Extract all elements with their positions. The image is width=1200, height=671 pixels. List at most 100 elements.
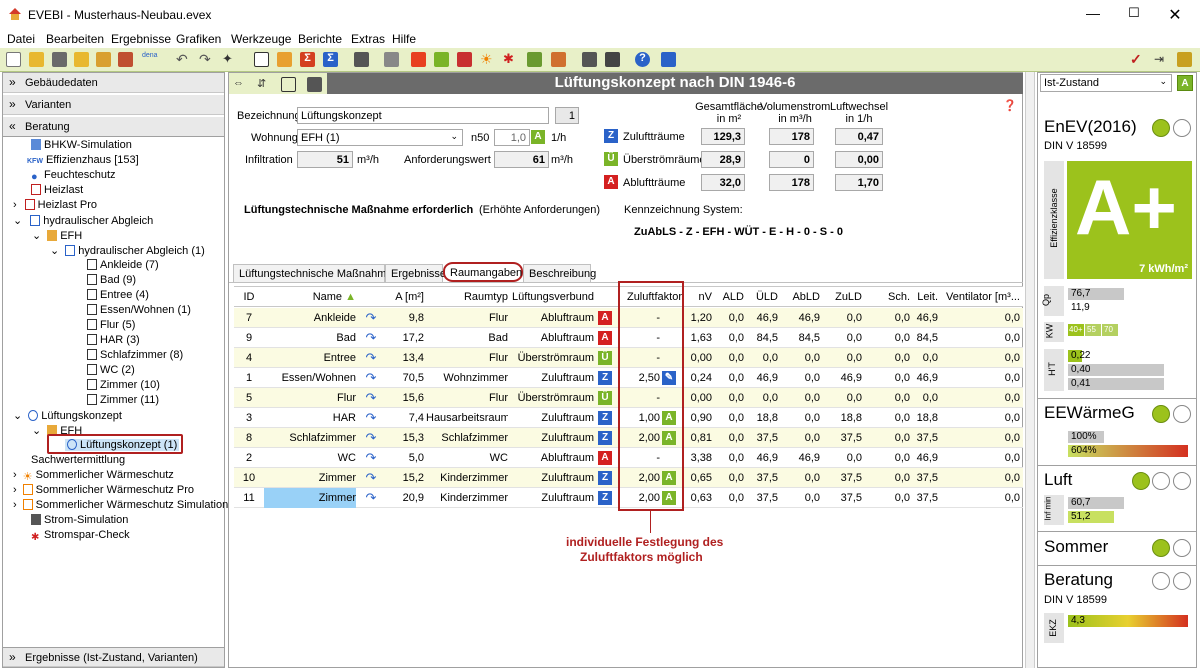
house-icon[interactable] [551,52,566,67]
window-icon[interactable] [281,77,296,92]
check-icon[interactable]: ✓ [1130,52,1145,67]
tree-item-room[interactable]: WC (2) [87,364,135,376]
airflow-icon[interactable]: ↷ [360,408,382,428]
tree-item-room[interactable]: Zimmer (11) [87,394,159,406]
book-icon[interactable] [605,52,620,67]
collapse-icon[interactable]: ⌄ [13,215,22,227]
section-gebaeudedaten[interactable]: » Gebäudedaten [3,73,224,93]
arrange-icon[interactable]: ⇔ [233,77,248,92]
collapse-icon[interactable]: ⌄ [13,410,22,422]
close-icon[interactable]: ✕ [1165,5,1185,25]
new-file-icon[interactable] [6,52,21,67]
collapse-icon[interactable]: ⌄ [32,230,41,242]
col-name[interactable]: Name ▲ [264,287,356,307]
col-uld[interactable]: ÜLD [746,287,778,307]
tree-item-feuchteschutz[interactable]: ● Feuchteschutz [31,169,116,183]
tree-item-lueftungskonzept[interactable]: ⌄ Lüftungskonzept [13,409,122,422]
tree-item-strom[interactable]: Strom-Simulation [31,514,128,526]
table-icon[interactable] [384,52,399,67]
help-icon[interactable]: ? [635,52,650,67]
col-sch[interactable]: Sch. [864,287,910,307]
tree-item-bhkw[interactable]: BHKW-Simulation [31,139,132,151]
menu-datei[interactable]: Datei [7,32,35,46]
collapse-icon[interactable]: ⌄ [50,245,59,257]
tree-item-heizlast-pro[interactable]: › Heizlast Pro [13,199,97,211]
tree-item-efh[interactable]: ⌄ EFH [32,229,82,242]
tree-item-room[interactable]: Essen/Wohnen (1) [87,304,191,316]
section-beratung[interactable]: « Beratung [3,117,224,137]
airflow-icon[interactable]: ↷ [360,428,382,448]
airflow-icon[interactable]: ↷ [360,328,382,348]
menu-grafiken[interactable]: Grafiken [176,32,221,46]
menu-extras[interactable]: Extras [351,32,385,46]
collapse-icon[interactable]: ⌄ [32,425,41,437]
col-id[interactable]: ID [234,287,264,307]
menu-bearbeiten[interactable]: Bearbeiten [46,32,104,46]
tree-item-room[interactable]: HAR (3) [87,334,140,346]
n50-input[interactable]: 1,0 [494,129,530,146]
minimize-icon[interactable]: — [1083,5,1103,21]
save-icon[interactable] [52,52,67,67]
section-varianten[interactable]: » Varianten [3,95,224,115]
col-leit[interactable]: Leit. [912,287,938,307]
airflow-icon[interactable]: ↷ [360,388,382,408]
col-raumtyp[interactable]: Raumtyp [426,287,508,307]
heat-icon[interactable] [411,52,426,67]
undo-icon[interactable]: ↶ [176,52,191,67]
tree-item-stromspar[interactable]: ✱ Stromspar-Check [31,529,130,543]
dena-icon[interactable]: dena [142,52,158,67]
print-icon[interactable] [307,77,322,92]
col-abld[interactable]: AbLD [780,287,820,307]
airflow-icon[interactable]: ↷ [360,368,382,388]
open-folder-icon[interactable] [29,52,44,67]
section-ergebnisse[interactable]: » Ergebnisse (Ist-Zustand, Varianten) [3,647,224,667]
list-icon[interactable] [354,52,369,67]
expand-icon[interactable]: › [13,199,17,211]
tab-ergebnisse[interactable]: Ergebnisse [385,264,446,282]
sigma-blue-icon[interactable]: Σ [323,52,338,67]
sort-icon[interactable]: ⇵ [257,77,272,92]
house-eco-icon[interactable] [527,52,542,67]
col-zuld[interactable]: ZuLD [822,287,862,307]
airflow-icon[interactable]: ↷ [360,348,382,368]
airflow-icon[interactable]: ↷ [360,308,382,328]
tree-item-lueftungskonzept-1[interactable]: Lüftungskonzept (1) [65,439,180,451]
tree-item-room[interactable]: Schlafzimmer (8) [87,349,183,361]
red-icon[interactable] [457,52,472,67]
variant-select[interactable]: Ist-Zustand ⌄ [1040,74,1172,92]
menu-berichte[interactable]: Berichte [298,32,342,46]
green-icon[interactable] [434,52,449,67]
airflow-icon[interactable]: ↷ [360,488,382,508]
expand-icon[interactable]: › [13,484,17,496]
info-icon[interactable] [661,52,676,67]
tree-item-sommer-sim[interactable]: › Sommerlicher Wärmeschutz Simulation [13,499,228,511]
tree-item-room[interactable]: Flur (5) [87,319,135,331]
col-area[interactable]: A [m²] [386,287,424,307]
splitter[interactable] [1025,72,1035,668]
expand-icon[interactable]: › [13,499,17,511]
col-ald[interactable]: ALD [714,287,744,307]
wand-icon[interactable]: ✦ [222,52,237,67]
menu-ergebnisse[interactable]: Ergebnisse [111,32,171,46]
goto-icon[interactable]: ⇥ [1154,52,1169,67]
tree-item-hydraulik-1[interactable]: ⌄ hydraulischer Abgleich (1) [50,244,205,257]
redo-icon[interactable]: ↷ [199,52,214,67]
col-ventilator[interactable]: Ventilator [m³... [940,287,1020,307]
wohnung-select[interactable]: EFH (1) ⌄ [297,129,463,146]
airflow-icon[interactable]: ↷ [360,448,382,468]
airflow-icon[interactable]: ↷ [360,468,382,488]
tree-item-room[interactable]: Ankleide (7) [87,259,159,271]
sigma-icon[interactable]: Σ [300,52,315,67]
expand-icon[interactable]: › [13,469,17,481]
sun-icon[interactable]: ☀ [480,52,495,67]
import-icon[interactable] [118,52,133,67]
bezeichnung-input[interactable]: Lüftungskonzept [297,107,549,124]
tree-item-hydraulik[interactable]: ⌄ hydraulischer Abgleich [13,214,153,227]
tab-massnahmen[interactable]: Lüftungstechnische Maßnahmen [233,264,399,282]
tab-beschreibung[interactable]: Beschreibung [523,264,596,282]
tree-item-room[interactable]: Entree (4) [87,289,149,301]
menu-hilfe[interactable]: Hilfe [392,32,416,46]
export-icon[interactable] [96,52,111,67]
chart-icon[interactable] [1177,52,1192,67]
power-icon[interactable]: ✱ [503,52,518,67]
